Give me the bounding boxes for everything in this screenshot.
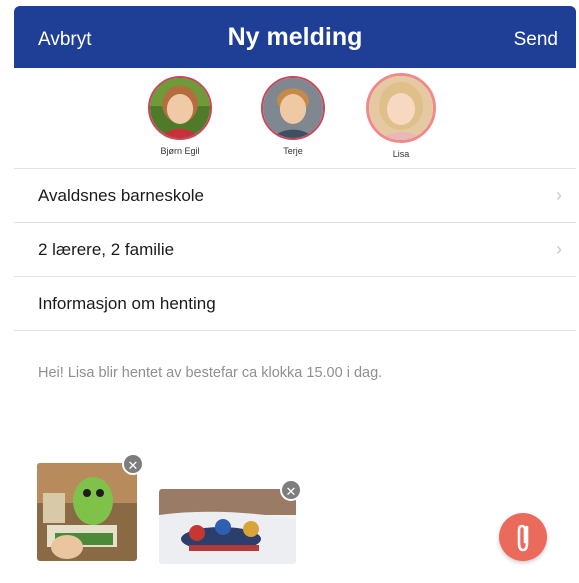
avatar bbox=[261, 76, 325, 140]
audience-row[interactable]: 2 lærere, 2 familie › bbox=[14, 222, 576, 277]
remove-icon: ✕ bbox=[127, 458, 139, 473]
paperclip-icon bbox=[517, 524, 529, 552]
avatar bbox=[366, 73, 436, 143]
chevron-right-icon: › bbox=[556, 185, 562, 205]
recipient-name: Terje bbox=[283, 146, 303, 156]
message-body[interactable]: Hei! Lisa blir hentet av bestefar ca klo… bbox=[38, 363, 548, 383]
audience-label: 2 lærere, 2 familie bbox=[38, 240, 175, 259]
recipient-list: Bjørn Egil Terje Lisa bbox=[14, 68, 576, 168]
page-title: Ny melding bbox=[227, 23, 363, 51]
subject-field[interactable]: Informasjon om henting bbox=[38, 294, 216, 314]
chevron-right-icon: › bbox=[556, 239, 562, 259]
attachment-image bbox=[159, 489, 296, 564]
recipient-terje[interactable]: Terje bbox=[248, 76, 338, 156]
remove-attachment-button[interactable]: ✕ bbox=[122, 453, 144, 475]
subject-row[interactable]: Informasjon om henting bbox=[14, 276, 576, 331]
school-label: Avaldsnes barneskole bbox=[38, 186, 205, 205]
attach-button[interactable] bbox=[499, 513, 547, 561]
recipient-lisa[interactable]: Lisa bbox=[356, 73, 446, 159]
attachment-image bbox=[37, 463, 137, 561]
navigation-bar: Avbryt Ny melding Send bbox=[14, 6, 576, 68]
attachment-thumbnail-1[interactable]: ✕ bbox=[37, 453, 144, 561]
recipient-name: Lisa bbox=[392, 149, 410, 159]
avatar bbox=[148, 76, 212, 140]
send-button[interactable]: Send bbox=[514, 29, 558, 51]
attachment-thumbnail-2[interactable]: ✕ bbox=[159, 479, 302, 564]
recipient-name: Bjørn Egil bbox=[160, 146, 200, 156]
school-row[interactable]: Avaldsnes barneskole › bbox=[14, 168, 576, 223]
remove-icon: ✕ bbox=[285, 484, 297, 499]
remove-attachment-button[interactable]: ✕ bbox=[280, 479, 302, 501]
recipient-bjorn-egil[interactable]: Bjørn Egil bbox=[135, 76, 225, 156]
